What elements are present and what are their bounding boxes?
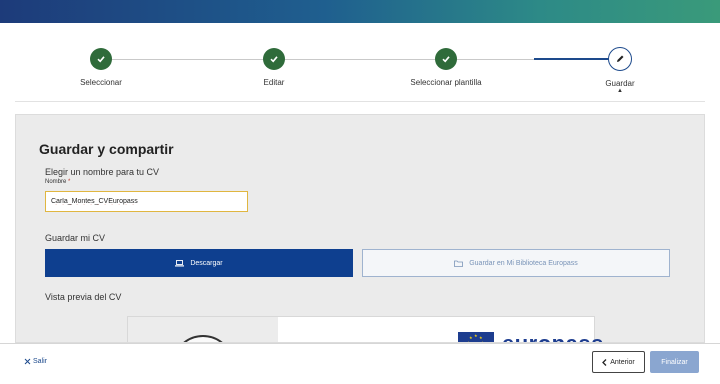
exit-label: Salir	[33, 358, 48, 365]
europass-logo: europass	[502, 331, 604, 342]
folder-icon	[454, 260, 464, 267]
divider	[15, 101, 705, 102]
pencil-icon	[608, 47, 632, 71]
step-label: Guardar	[605, 79, 635, 88]
step-guardar[interactable]: Guardar ▲	[550, 40, 690, 94]
footer-bar: Salir Anterior Finalizar	[0, 343, 720, 384]
required-mark: *	[68, 179, 71, 185]
preview-sidebar	[128, 317, 278, 342]
step-label: Seleccionar plantilla	[410, 78, 482, 87]
progress-stepper: Seleccionar Editar Seleccionar plantilla…	[0, 40, 720, 100]
check-icon	[263, 48, 285, 70]
close-icon	[24, 358, 31, 365]
previous-label: Anterior	[610, 358, 635, 366]
step-label: Seleccionar	[80, 78, 122, 87]
step-seleccionar-plantilla[interactable]: Seleccionar plantilla	[376, 40, 516, 87]
step-label: Editar	[263, 78, 285, 87]
cv-preview: ★ ★ ★ ★ ★ ★ ★ ★ europass	[127, 316, 603, 342]
cv-name-input[interactable]	[45, 191, 248, 212]
save-to-library-button[interactable]: Guardar en Mi Biblioteca Europass	[362, 249, 670, 277]
step-editar[interactable]: Editar	[204, 40, 344, 87]
step-seleccionar[interactable]: Seleccionar	[31, 40, 171, 87]
name-section-label: Elegir un nombre para tu CV	[45, 167, 160, 177]
top-banner	[0, 0, 720, 23]
laptop-icon	[175, 259, 185, 266]
exit-link[interactable]: Salir	[24, 358, 47, 365]
download-label: Descargar	[190, 259, 223, 267]
eu-flag-logo: ★ ★ ★ ★ ★ ★ ★ ★	[458, 332, 494, 342]
library-label: Guardar en Mi Biblioteca Europass	[469, 259, 578, 267]
check-icon	[435, 48, 457, 70]
save-share-panel: Guardar y compartir Elegir un nombre par…	[15, 114, 705, 343]
name-field-label: Nombre *	[45, 179, 70, 185]
preview-label: Vista previa del CV	[45, 292, 122, 302]
avatar	[172, 335, 234, 342]
name-field-label-text: Nombre	[45, 179, 67, 185]
panel-title: Guardar y compartir	[39, 141, 174, 157]
finish-button[interactable]: Finalizar	[650, 351, 699, 373]
save-section-label: Guardar mi CV	[45, 233, 106, 243]
chevron-left-icon	[602, 358, 607, 366]
previous-button[interactable]: Anterior	[592, 351, 645, 373]
current-step-caret-icon: ▲	[617, 88, 623, 94]
download-button[interactable]: Descargar	[45, 249, 353, 277]
check-icon	[90, 48, 112, 70]
